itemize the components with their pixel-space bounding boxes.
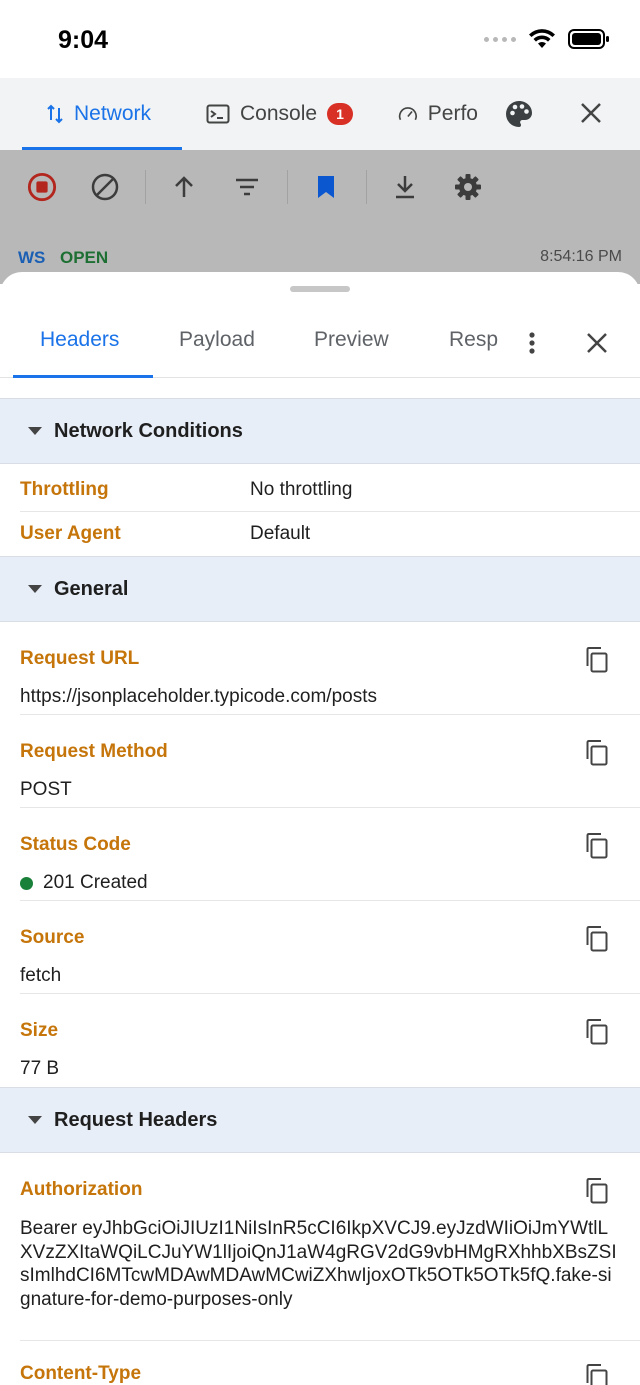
copy-icon[interactable]: [584, 646, 610, 674]
close-sheet-icon[interactable]: [584, 330, 610, 356]
status-time: 9:04: [58, 26, 109, 54]
settings-button[interactable]: [453, 172, 483, 202]
active-subtab-indicator: [13, 375, 153, 378]
tab-performance[interactable]: Perfo: [398, 78, 478, 150]
request-protocol: WS: [18, 248, 46, 267]
copy-icon[interactable]: [584, 1018, 610, 1046]
copy-icon[interactable]: [584, 1177, 610, 1205]
wifi-icon: [529, 29, 555, 48]
collapse-triangle-icon: [28, 427, 42, 435]
palette-icon[interactable]: [504, 99, 534, 129]
download-icon: [396, 176, 414, 199]
kv-value: Default: [250, 523, 311, 544]
signal-icon: [484, 36, 516, 42]
section-title: General: [54, 577, 129, 600]
details-content: Network Conditions Throttling No throttl…: [0, 398, 640, 1385]
field-request-method: Request Method POST: [20, 715, 640, 808]
field-value: 201 Created: [20, 872, 148, 894]
copy-icon[interactable]: [584, 739, 610, 767]
kv-key: Throttling: [20, 478, 109, 500]
status-ok-dot: [20, 876, 33, 890]
copy-icon[interactable]: [584, 832, 610, 860]
details-tab-bar: Headers Payload Preview Resp: [0, 308, 640, 378]
section-title: Request Headers: [54, 1108, 218, 1131]
status-bar: 9:04: [0, 0, 640, 78]
field-value: Bearer eyJhbGciOiJIUzI1NiIsInR5cCI6IkpXV…: [20, 1218, 617, 1310]
devtools-tab-bar: Network Console 1 Perfo: [0, 78, 640, 150]
status-icons: [484, 28, 610, 50]
request-details-sheet: Headers Payload Preview Resp Network Con…: [0, 272, 640, 1385]
kv-row: Throttling No throttling: [20, 468, 640, 512]
console-error-badge: 1: [327, 103, 354, 125]
bookmark-button[interactable]: [311, 172, 341, 202]
section-general[interactable]: General: [0, 556, 640, 622]
tab-headers[interactable]: Headers: [40, 328, 119, 352]
request-headers-body: Authorization Bearer eyJhbGciOiJIUzI1NiI…: [0, 1153, 640, 1385]
battery-icon: [568, 29, 609, 49]
arrow-up-icon: [175, 176, 193, 197]
collapse-triangle-icon: [28, 585, 42, 593]
field-value: POST: [20, 779, 72, 800]
field-key: Request Method: [20, 741, 168, 762]
field-size: Size 77 B: [20, 994, 640, 1087]
console-icon: [206, 104, 230, 124]
section-title: Network Conditions: [54, 419, 243, 442]
copy-icon[interactable]: [584, 925, 610, 953]
general-body: Request URL https://jsonplaceholder.typi…: [0, 622, 640, 1087]
request-time: 8:54:16 PM: [540, 248, 622, 265]
more-vert-icon: [529, 332, 535, 354]
download-button[interactable]: [390, 172, 420, 202]
section-request-headers[interactable]: Request Headers: [0, 1087, 640, 1153]
close-devtools-icon[interactable]: [578, 100, 604, 126]
filter-button[interactable]: [232, 172, 262, 202]
field-value: fetch: [20, 965, 62, 986]
field-key: Authorization: [20, 1179, 143, 1200]
tab-performance-label: Perfo: [427, 102, 478, 125]
filter-icon: [236, 178, 258, 196]
toolbar-divider: [366, 170, 367, 204]
clear-button[interactable]: [90, 172, 120, 202]
kv-value: No throttling: [250, 478, 353, 500]
toolbar-divider: [145, 170, 146, 204]
network-conditions-body: Throttling No throttling User Agent Defa…: [0, 464, 640, 556]
import-button[interactable]: [169, 172, 199, 202]
stop-recording-icon: [27, 172, 57, 202]
tab-console[interactable]: Console 1: [206, 78, 354, 150]
field-content-type: Content-Type: [20, 1341, 640, 1385]
speedometer-icon: [398, 107, 417, 121]
field-value: https://jsonplaceholder.typicode.com/pos…: [20, 686, 377, 707]
status-code-text: 201 Created: [43, 872, 148, 893]
field-request-url: Request URL https://jsonplaceholder.typi…: [20, 622, 640, 715]
tab-network[interactable]: Network: [46, 78, 151, 150]
kv-key: User Agent: [20, 523, 121, 544]
tab-payload[interactable]: Payload: [179, 328, 255, 352]
field-key: Source: [20, 927, 85, 948]
record-button[interactable]: [27, 172, 57, 202]
tab-console-label: Console: [240, 102, 318, 125]
field-status-code: Status Code 201 Created: [20, 808, 640, 901]
tab-preview[interactable]: Preview: [314, 328, 389, 352]
toolbar-divider: [287, 170, 288, 204]
request-state: OPEN: [60, 248, 109, 267]
section-network-conditions[interactable]: Network Conditions: [0, 398, 640, 464]
more-options-button[interactable]: [520, 328, 544, 358]
network-arrows-icon: [47, 104, 63, 124]
field-authorization: Authorization Bearer eyJhbGciOiJIUzI1NiI…: [20, 1153, 640, 1341]
gear-icon: [455, 174, 481, 200]
drag-handle[interactable]: [290, 286, 350, 292]
kv-row: User Agent Default: [20, 512, 640, 556]
tab-response[interactable]: Resp: [449, 328, 505, 352]
clear-icon: [91, 173, 119, 201]
tab-network-label: Network: [74, 102, 152, 125]
copy-icon[interactable]: [584, 1363, 610, 1385]
bookmark-icon: [318, 176, 334, 198]
field-key: Status Code: [20, 834, 131, 855]
field-source: Source fetch: [20, 901, 640, 994]
field-key: Size: [20, 1020, 59, 1041]
field-value: 77 B: [20, 1058, 60, 1079]
field-key: Content-Type: [20, 1363, 142, 1384]
field-key: Request URL: [20, 648, 140, 669]
collapse-triangle-icon: [28, 1116, 42, 1124]
network-toolbar: [0, 150, 640, 224]
